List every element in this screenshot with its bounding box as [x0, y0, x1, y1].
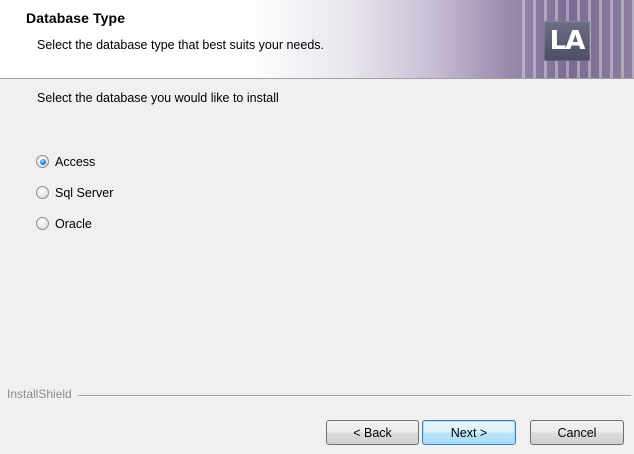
- radio-option-access[interactable]: Access: [36, 146, 113, 177]
- radio-label-access[interactable]: Access: [55, 155, 95, 169]
- radio-option-oracle[interactable]: Oracle: [36, 208, 113, 239]
- radio-label-oracle[interactable]: Oracle: [55, 217, 92, 231]
- page-title: Database Type: [26, 10, 126, 26]
- next-button[interactable]: Next >: [422, 420, 516, 445]
- radio-option-sql-server[interactable]: Sql Server: [36, 177, 113, 208]
- logo-text: LA: [549, 26, 586, 56]
- la-logo-icon: LA: [544, 21, 590, 61]
- page-subtitle: Select the database type that best suits…: [37, 38, 324, 52]
- footer-separator: [7, 395, 631, 397]
- header-banner: Database Type Select the database type t…: [0, 0, 634, 79]
- radio-button-icon[interactable]: [36, 217, 49, 230]
- database-radio-group: Access Sql Server Oracle: [36, 146, 113, 239]
- radio-button-icon[interactable]: [36, 155, 49, 168]
- radio-button-icon[interactable]: [36, 186, 49, 199]
- installshield-brand: InstallShield: [7, 387, 78, 401]
- instruction-text: Select the database you would like to in…: [37, 91, 279, 105]
- radio-label-sql-server[interactable]: Sql Server: [55, 186, 113, 200]
- back-button[interactable]: < Back: [326, 420, 419, 445]
- cancel-button[interactable]: Cancel: [530, 420, 624, 445]
